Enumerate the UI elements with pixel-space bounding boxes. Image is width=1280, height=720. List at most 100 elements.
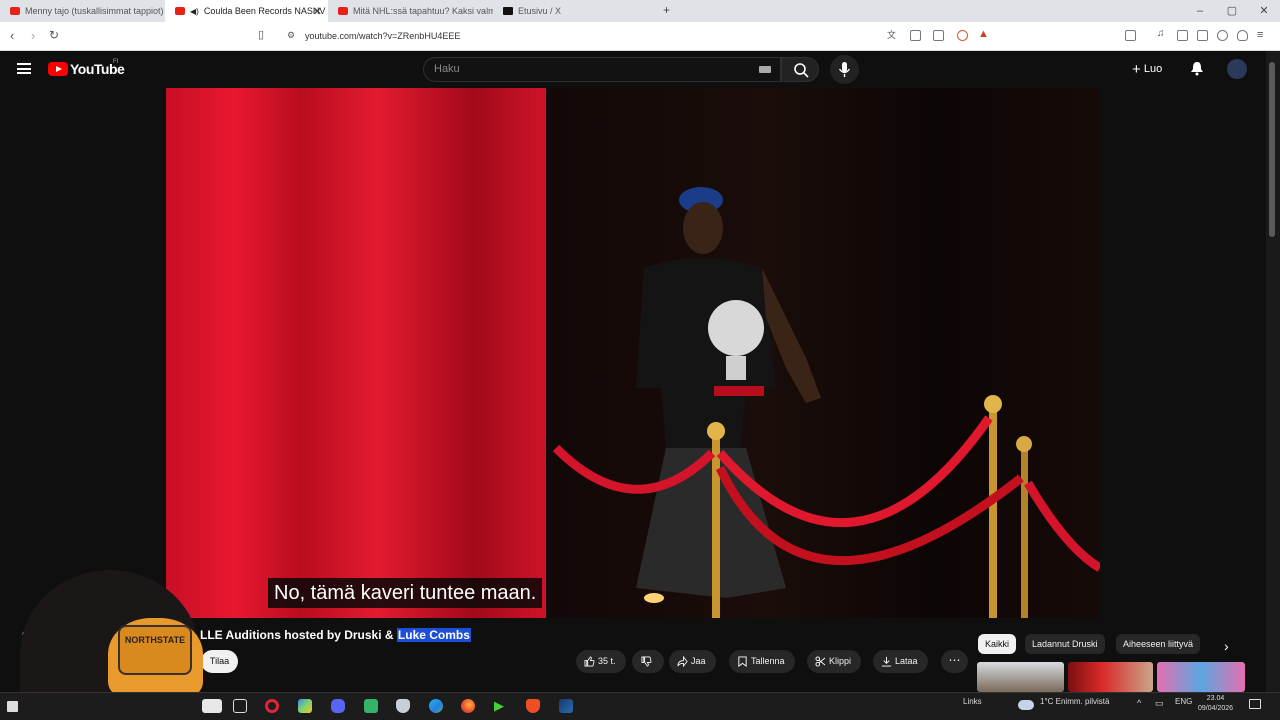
save-button[interactable]: Tallenna: [729, 650, 795, 673]
search-icon: [794, 63, 809, 78]
share-arrow-icon: [677, 656, 688, 667]
vpn-icon[interactable]: [1237, 30, 1248, 41]
menu-icon[interactable]: ≡: [1257, 29, 1263, 41]
browser-tab-3[interactable]: Mitä NHL:ssä tapahtuu? Kaksi valm: [328, 0, 493, 22]
app-icon[interactable]: [364, 699, 378, 713]
youtube-icon: [10, 7, 20, 15]
related-video-thumbnail[interactable]: [977, 662, 1064, 692]
youtube-logo-icon[interactable]: [48, 62, 68, 76]
tray-expand-icon[interactable]: ^: [1137, 698, 1141, 708]
notifications-bell-icon[interactable]: [1190, 61, 1204, 76]
share-button[interactable]: Jaa: [669, 650, 716, 673]
brave-icon[interactable]: [526, 699, 540, 713]
video-subtitle: No, tämä kaveri tuntee maan.: [268, 578, 543, 608]
shield-app-icon[interactable]: [396, 699, 410, 713]
steam-icon[interactable]: [559, 699, 573, 713]
task-view-icon[interactable]: [233, 699, 247, 713]
taskbar-search-icon[interactable]: [202, 699, 222, 713]
cloud-icon: [1018, 700, 1034, 710]
firefox-icon[interactable]: [461, 699, 475, 713]
tab-title: Mitä NHL:ssä tapahtuu? Kaksi valm: [353, 6, 493, 16]
like-button[interactable]: 35 t.: [576, 650, 626, 673]
clip-label: Klippi: [829, 656, 852, 666]
download-label: Lataa: [895, 656, 918, 666]
chip-uploaded-by-druski[interactable]: Ladannut Druski: [1025, 634, 1105, 654]
wallet-icon[interactable]: [1197, 30, 1208, 41]
translate-icon[interactable]: 文: [887, 28, 898, 40]
plus-icon: +: [1132, 61, 1141, 78]
discord-icon[interactable]: [331, 699, 345, 713]
save-label: Tallenna: [751, 656, 785, 666]
like-count: 35 t.: [598, 656, 616, 666]
related-video-thumbnail[interactable]: [1068, 662, 1153, 692]
keyboard-icon[interactable]: [759, 66, 771, 73]
speaker-icon: ◀): [190, 6, 199, 16]
scissors-icon: [815, 656, 826, 667]
chip-related[interactable]: Aiheeseen liittyvä: [1116, 634, 1201, 654]
dislike-button[interactable]: [632, 650, 664, 673]
hamburger-menu-icon[interactable]: [17, 63, 31, 74]
more-actions-button[interactable]: ⋯: [941, 650, 968, 673]
edge-icon[interactable]: [429, 699, 443, 713]
close-window-icon[interactable]: ✕: [1248, 0, 1280, 22]
minimize-icon[interactable]: –: [1184, 0, 1216, 22]
share-label: Jaa: [691, 656, 706, 666]
app-icon[interactable]: [298, 699, 312, 713]
x-icon: [503, 7, 513, 15]
links-toolbar[interactable]: Links: [963, 697, 982, 706]
chip-all[interactable]: Kaikki: [978, 634, 1017, 654]
browser-tab-bar: Menny tajo (tuskallisimmat tappiot) ◀) C…: [0, 0, 1280, 22]
reload-icon[interactable]: ↻: [49, 28, 59, 42]
chips-next-arrow-icon[interactable]: ›: [1224, 638, 1229, 654]
browser-tab-1[interactable]: Menny tajo (tuskallisimmat tappiot): [0, 0, 165, 22]
share-icon[interactable]: [933, 30, 944, 41]
address-bar-row: ‹ › ↻ ▯ youtube.com/watch?v=ZRenbHU4EEE …: [0, 22, 1280, 51]
browser-tab-2[interactable]: ◀) Coulda Been Records NASHV ✕: [165, 0, 328, 22]
back-icon[interactable]: ‹: [10, 28, 14, 43]
youtube-icon: [338, 7, 348, 15]
play-app-icon[interactable]: ▶: [494, 699, 508, 713]
brave-rewards-icon[interactable]: ▲: [978, 28, 989, 40]
new-tab-button[interactable]: +: [663, 3, 670, 17]
weather-text[interactable]: 1°C Enimm. pilvistä: [1040, 697, 1109, 706]
extensions-icon[interactable]: [1217, 30, 1228, 41]
related-video-thumbnail[interactable]: [1157, 662, 1245, 692]
user-avatar[interactable]: [1227, 59, 1247, 79]
video-title-text: LLE Auditions hosted by Druski &: [200, 628, 397, 642]
search-input[interactable]: Haku: [423, 57, 781, 82]
language-indicator[interactable]: ENG: [1175, 697, 1192, 706]
voice-search-button[interactable]: [830, 55, 859, 84]
browser-tab-4[interactable]: Etusivu / X: [493, 0, 653, 22]
music-icon[interactable]: ♫: [1157, 28, 1168, 39]
create-label: Luo: [1143, 63, 1163, 75]
download-button[interactable]: Lataa: [873, 650, 928, 673]
thumbs-up-icon: [584, 656, 595, 667]
maximize-icon[interactable]: ▢: [1216, 0, 1248, 22]
bookmark-icon[interactable]: ▯: [258, 28, 264, 41]
search-button[interactable]: [781, 57, 819, 82]
video-title-selection: Luke Combs: [396, 628, 471, 642]
scrollbar-thumb[interactable]: [1269, 62, 1275, 237]
video-title: LLE Auditions hosted by Druski & Luke Co…: [200, 628, 471, 642]
create-button[interactable]: + Luo: [1132, 61, 1162, 78]
opera-icon[interactable]: [265, 699, 279, 713]
youtube-header: YouTube FI Haku + Luo: [0, 51, 1266, 88]
network-icon[interactable]: ▭: [1155, 698, 1164, 709]
reader-icon[interactable]: [1125, 30, 1136, 41]
tab-title: Menny tajo (tuskallisimmat tappiot): [25, 6, 164, 16]
cast-icon[interactable]: [910, 30, 921, 41]
site-info-icon[interactable]: ⚙: [287, 30, 295, 41]
bookmark-icon: [738, 656, 747, 667]
forward-icon[interactable]: ›: [31, 28, 35, 43]
video-player[interactable]: [166, 88, 1100, 618]
brave-shields-icon[interactable]: [957, 30, 968, 41]
clip-button[interactable]: Klippi: [807, 650, 862, 673]
cap-logo: NORTHSTATE: [118, 625, 192, 675]
sidebar-icon[interactable]: [1177, 30, 1188, 41]
clock[interactable]: 23.04 09/04/2026: [1198, 694, 1233, 714]
tab-title: Etusivu / X: [518, 6, 562, 16]
youtube-icon: [175, 7, 185, 15]
windows-start-icon[interactable]: [7, 701, 18, 712]
notification-center-icon[interactable]: [1249, 699, 1261, 709]
close-icon[interactable]: ✕: [313, 5, 322, 18]
